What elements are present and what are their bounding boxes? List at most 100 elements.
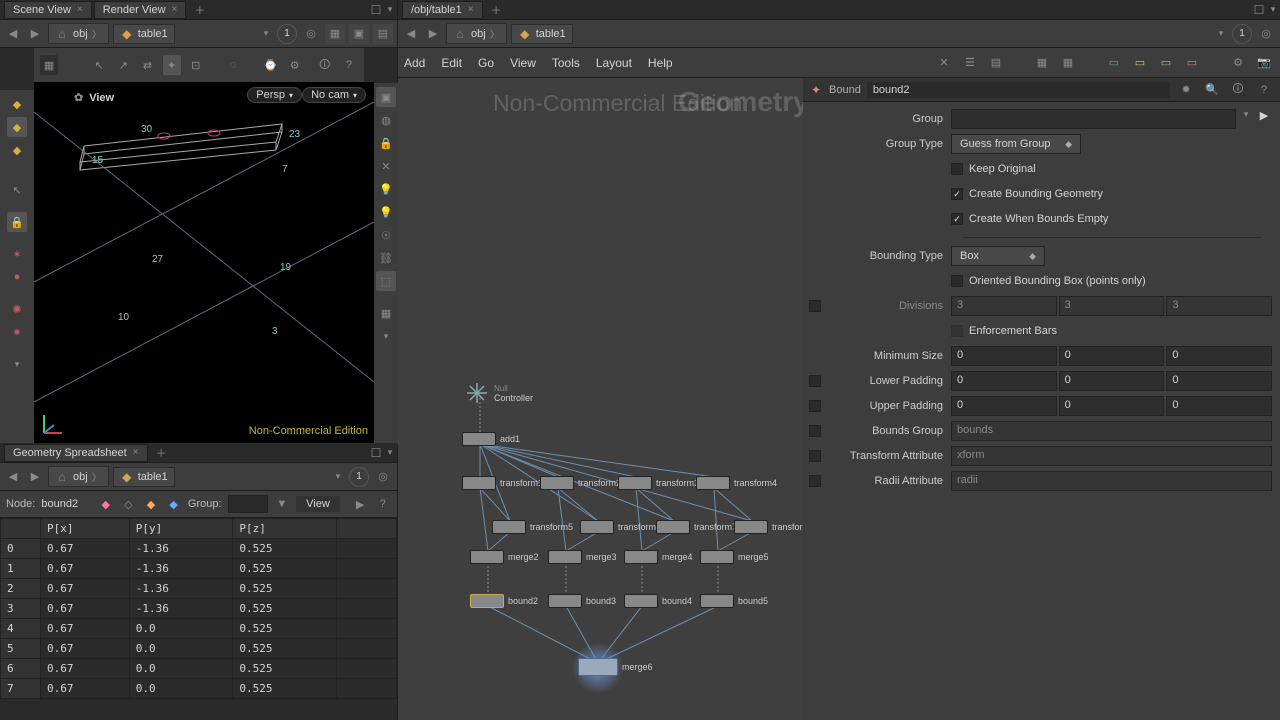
cell[interactable]: -1.36 bbox=[129, 559, 233, 579]
cell[interactable]: 0.0 bbox=[129, 679, 233, 699]
node-name-field[interactable]: bound2 bbox=[867, 82, 1170, 98]
vp-tool-6[interactable]: ◌ bbox=[224, 55, 242, 75]
target-icon[interactable]: ◎ bbox=[301, 24, 321, 44]
lock-icon[interactable]: 🔒 bbox=[7, 212, 27, 232]
bounding-type-combo[interactable]: Box◆ bbox=[951, 246, 1045, 266]
lowerpad-x[interactable]: 0 bbox=[951, 371, 1057, 391]
tab-geo-spreadsheet[interactable]: Geometry Spreadsheet× bbox=[4, 444, 148, 462]
info-icon[interactable]: 🛈 bbox=[316, 55, 334, 75]
row-index[interactable]: 3 bbox=[1, 599, 41, 619]
rshelf-8[interactable]: ⛓ bbox=[376, 248, 396, 268]
node-transform2[interactable]: transform2 bbox=[540, 476, 621, 490]
row-index[interactable]: 7 bbox=[1, 679, 41, 699]
path-dropdown[interactable]: ▾ bbox=[331, 471, 345, 482]
group-menu[interactable]: ▾ bbox=[1238, 109, 1254, 129]
cell[interactable]: 0.525 bbox=[233, 679, 337, 699]
node-bound4[interactable]: bound4 bbox=[624, 594, 692, 608]
row-index[interactable]: 2 bbox=[1, 579, 41, 599]
tab-render-view[interactable]: Render View× bbox=[94, 1, 187, 19]
shelf-tool-c[interactable]: ✺ bbox=[7, 299, 27, 319]
attr-points-icon[interactable]: ◆ bbox=[97, 494, 114, 514]
box-icon[interactable]: ☐ bbox=[369, 3, 383, 17]
path-dropdown[interactable]: ▾ bbox=[259, 28, 273, 39]
xform-attr-field[interactable]: xform bbox=[951, 446, 1272, 466]
search-icon[interactable]: 🔍 bbox=[1202, 80, 1222, 100]
lowerpad-y[interactable]: 0 bbox=[1059, 371, 1165, 391]
menu-icon[interactable]: ▾ bbox=[383, 3, 397, 17]
node-merge5[interactable]: merge5 bbox=[700, 550, 769, 564]
cell[interactable]: 0.525 bbox=[233, 659, 337, 679]
minsize-z[interactable]: 0 bbox=[1166, 346, 1272, 366]
shelf-tool-2[interactable]: ◆ bbox=[7, 117, 27, 137]
attr-verts-icon[interactable]: ◇ bbox=[120, 494, 137, 514]
info-icon[interactable]: 🛈 bbox=[1228, 80, 1248, 100]
shelf-tool-1[interactable]: ◆ bbox=[7, 94, 27, 114]
attr-detail-icon[interactable]: ◆ bbox=[165, 494, 182, 514]
minsize-y[interactable]: 0 bbox=[1059, 346, 1165, 366]
menu-tools[interactable]: Tools bbox=[552, 56, 580, 70]
grid-icon[interactable]: ▦ bbox=[40, 55, 58, 75]
tab-scene-view[interactable]: Scene View× bbox=[4, 1, 92, 19]
cell[interactable]: 0.525 bbox=[233, 639, 337, 659]
grid-icon-2[interactable]: ▦ bbox=[1058, 53, 1078, 73]
minsize-x[interactable]: 0 bbox=[951, 346, 1057, 366]
cell[interactable]: 0.0 bbox=[129, 639, 233, 659]
add-tab-icon[interactable]: ＋ bbox=[150, 443, 173, 463]
close-icon[interactable]: × bbox=[77, 4, 83, 15]
upperpad-y[interactable]: 0 bbox=[1059, 396, 1165, 416]
node-add1[interactable]: add1 bbox=[462, 432, 520, 446]
path-obj[interactable]: ⌂obj〉 bbox=[48, 466, 109, 487]
row-index[interactable]: 5 bbox=[1, 639, 41, 659]
toggle-xform[interactable] bbox=[809, 450, 821, 462]
toggle-radii[interactable] bbox=[809, 475, 821, 487]
menu-view[interactable]: View bbox=[510, 56, 536, 70]
col-header[interactable]: P[y] bbox=[129, 519, 233, 539]
node-merge2[interactable]: merge2 bbox=[470, 550, 539, 564]
node-transform8[interactable]: transform8 bbox=[734, 520, 803, 534]
network-view[interactable]: Non-Commercial Edition Geometry NullCont… bbox=[398, 78, 803, 720]
target-icon[interactable]: ◎ bbox=[373, 467, 393, 487]
chk-create-empty[interactable]: Create When Bounds Empty bbox=[951, 211, 1272, 227]
divisions-y[interactable]: 3 bbox=[1059, 296, 1165, 316]
path-node[interactable]: ◆table1 bbox=[511, 24, 573, 44]
gear-icon[interactable]: ✸ bbox=[1176, 80, 1196, 100]
upperpad-z[interactable]: 0 bbox=[1166, 396, 1272, 416]
cell[interactable]: 0.67 bbox=[41, 579, 130, 599]
tab-network[interactable]: /obj/table1× bbox=[402, 1, 483, 19]
menu-edit[interactable]: Edit bbox=[441, 56, 462, 70]
node-transform6[interactable]: transform6 bbox=[580, 520, 661, 534]
dropdown-icon[interactable]: ▾ bbox=[7, 354, 27, 374]
chk-keep-original[interactable]: Keep Original bbox=[951, 161, 1272, 177]
list-icon-2[interactable]: ▤ bbox=[986, 53, 1006, 73]
row-index[interactable]: 6 bbox=[1, 659, 41, 679]
rshelf-4[interactable]: ✕ bbox=[376, 156, 396, 176]
cell[interactable]: 0.525 bbox=[233, 559, 337, 579]
node-bound5[interactable]: bound5 bbox=[700, 594, 768, 608]
path-obj[interactable]: ⌂obj〉 bbox=[446, 23, 507, 44]
grid-icon[interactable]: ▦ bbox=[1032, 53, 1052, 73]
group-input[interactable] bbox=[228, 495, 268, 513]
cell[interactable]: 0.0 bbox=[129, 619, 233, 639]
filter-icon[interactable]: ▼ bbox=[274, 494, 291, 514]
close-icon[interactable]: × bbox=[172, 4, 178, 15]
close-icon[interactable]: × bbox=[468, 4, 474, 15]
note-icon[interactable]: ▭ bbox=[1104, 53, 1124, 73]
node-transform4[interactable]: transform4 bbox=[696, 476, 777, 490]
play-icon[interactable]: ▶ bbox=[352, 494, 369, 514]
add-tab-icon[interactable]: ＋ bbox=[188, 0, 211, 20]
shelf-tool-a[interactable]: ✶ bbox=[7, 244, 27, 264]
toggle-upperpad[interactable] bbox=[809, 400, 821, 412]
col-header[interactable] bbox=[1, 519, 41, 539]
viewport-canvas[interactable]: ✿View Persp▾ No cam▾ Non-Commercial Edit… bbox=[34, 82, 374, 443]
image-icon[interactable]: ▭ bbox=[1156, 53, 1176, 73]
cell[interactable]: 0.0 bbox=[129, 659, 233, 679]
path-obj[interactable]: ⌂obj〉 bbox=[48, 23, 109, 44]
divisions-x[interactable]: 3 bbox=[951, 296, 1057, 316]
upperpad-x[interactable]: 0 bbox=[951, 396, 1057, 416]
help-icon[interactable]: ? bbox=[374, 494, 391, 514]
vp-tool-2[interactable]: ↗ bbox=[114, 55, 132, 75]
back-icon[interactable]: ◀ bbox=[4, 27, 22, 40]
col-header[interactable]: P[z] bbox=[233, 519, 337, 539]
shelf-tool-d[interactable]: ✷ bbox=[7, 322, 27, 342]
take-counter[interactable]: 1 bbox=[277, 24, 297, 44]
